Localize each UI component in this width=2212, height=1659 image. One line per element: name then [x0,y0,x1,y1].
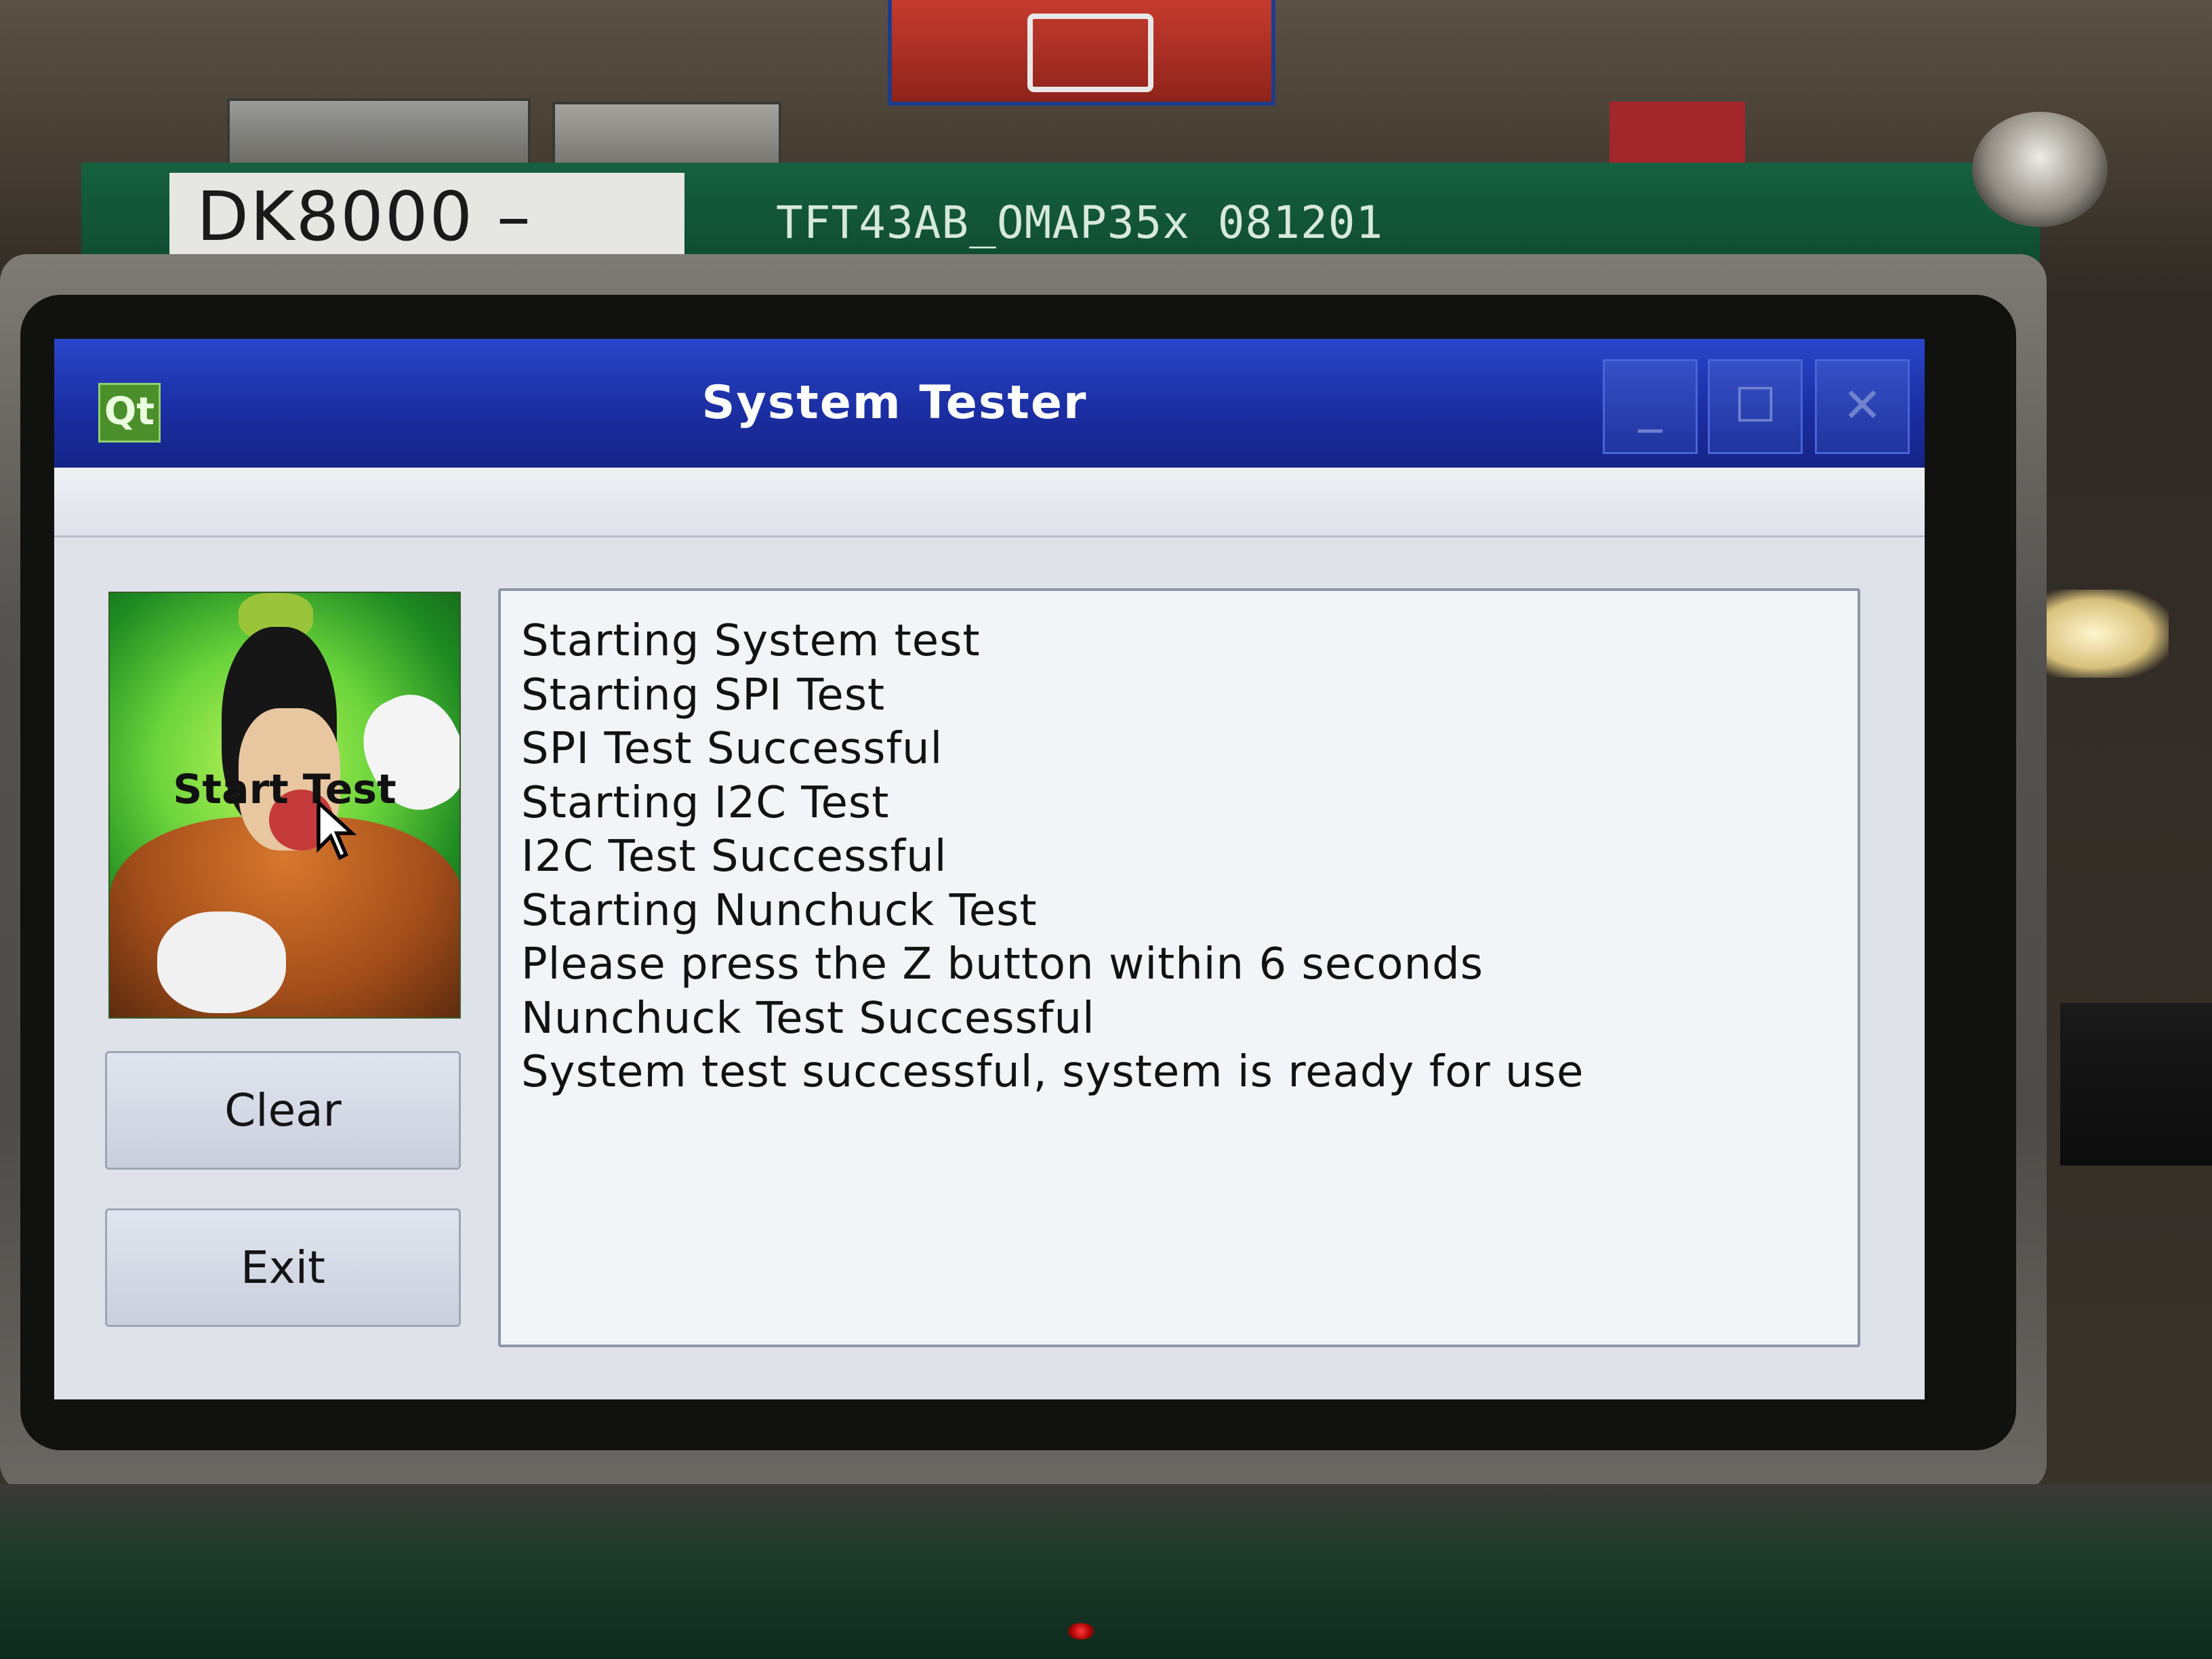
minimize-button[interactable]: _ [1603,359,1698,454]
bottom-board [0,1484,2212,1659]
sd-card-logo [1027,14,1153,92]
log-line: Starting SPI Test [521,670,886,720]
board-silkscreen: TFT43AB_OMAP35x 081201 [776,197,1384,249]
start-test-button[interactable]: Start Test [108,592,461,1019]
exit-button[interactable]: Exit [105,1208,461,1327]
log-line: Starting I2C Test [521,777,890,828]
log-line: SPI Test Successful [521,724,943,774]
board-label-sticker: DK8000 – 157 [169,173,684,344]
log-output[interactable]: Starting System test Starting SPI Test S… [498,588,1860,1347]
log-line: I2C Test Successful [521,832,947,882]
start-test-label: Start Test [173,766,396,813]
maximize-button[interactable]: ☐ [1708,359,1803,454]
goofy-image-glove [157,912,286,1013]
clear-button[interactable]: Clear [105,1051,461,1170]
menu-bar [54,468,1925,537]
log-line: System test successful, system is ready … [521,1047,1584,1097]
cable [2060,1003,2212,1166]
log-line: Nunchuck Test Successful [521,993,1095,1044]
qt-window: Qt System Tester _ ☐ ✕ Start Test Clear … [54,339,1925,1399]
main-content: Start Test Clear Exit Starting System te… [54,537,1925,1399]
title-bar[interactable]: Qt System Tester _ ☐ ✕ [54,339,1925,468]
status-led [1067,1623,1094,1639]
window-title: System Tester [701,376,1088,430]
mouse-cursor-icon [316,800,357,861]
log-line: Please press the Z button within 6 secon… [521,939,1484,989]
log-line: Starting System test [521,616,981,666]
sd-card [888,0,1275,106]
log-line: Starting Nunchuck Test [521,885,1038,936]
close-button[interactable]: ✕ [1815,359,1910,454]
screw [1972,112,2108,227]
